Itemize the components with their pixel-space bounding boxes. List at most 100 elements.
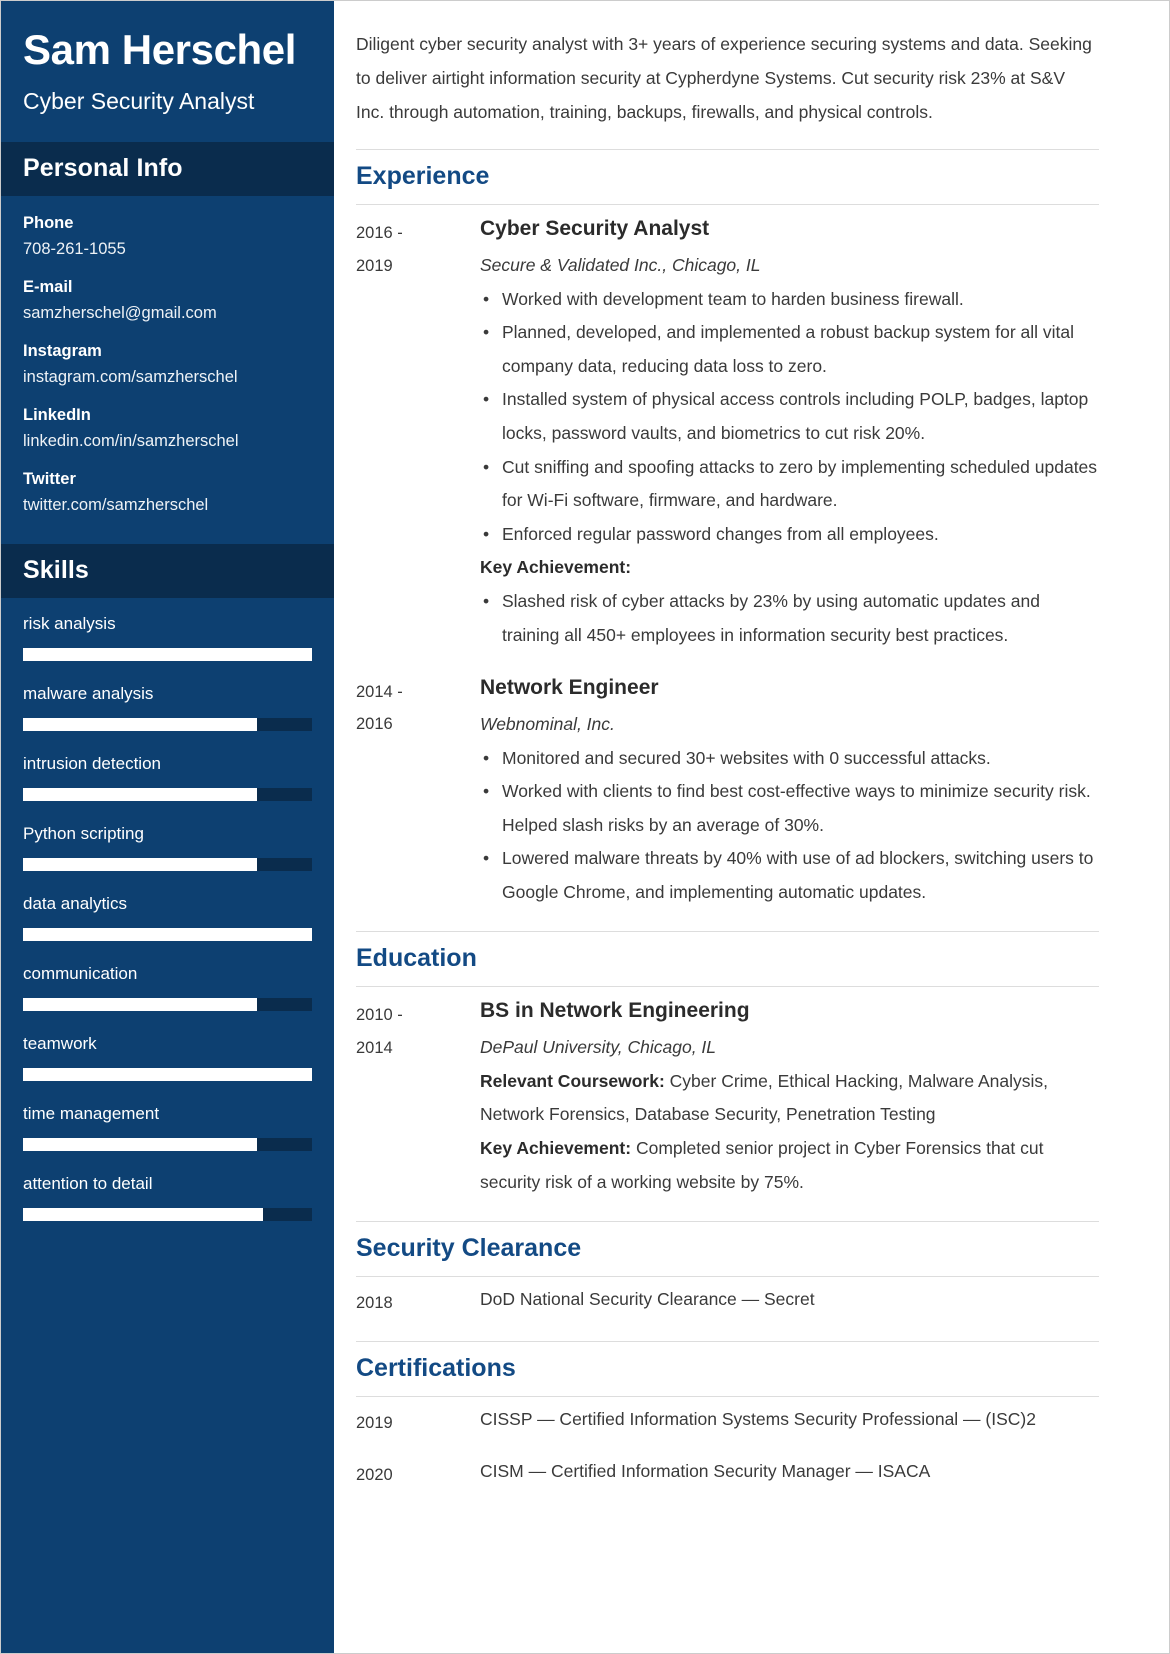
key-achievement-bullets: Slashed risk of cyber attacks by 23% by … — [480, 585, 1099, 652]
certifications-heading: Certifications — [356, 1354, 516, 1383]
key-achievement-label: Key Achievement: — [480, 557, 632, 578]
bullet-item: Worked with clients to find best cost-ef… — [480, 775, 1099, 842]
contact-label: Twitter — [23, 469, 76, 488]
security-clearance-heading: Security Clearance — [356, 1234, 582, 1263]
contact-value[interactable]: twitter.com/samzherschel — [23, 496, 312, 515]
bullet-item: Installed system of physical access cont… — [480, 383, 1099, 450]
certification-year: 2019 — [356, 1414, 393, 1433]
entry-date-to: 2016 — [356, 715, 393, 734]
skill-progress-track — [23, 1067, 312, 1081]
skill-label: teamwork — [23, 1033, 97, 1053]
skill-progress-fill — [23, 1137, 258, 1151]
skill-row: risk analysis — [23, 614, 312, 661]
entry-org: Webnominal, Inc. — [480, 713, 615, 734]
experience-heading: Experience — [356, 162, 490, 191]
clearance-row: 2018 DoD National Security Clearance — S… — [356, 1277, 1099, 1329]
skill-progress-track — [23, 787, 312, 801]
professional-summary: Diligent cyber security analyst with 3+ … — [356, 34, 1092, 123]
skill-row: attention to detail — [23, 1174, 312, 1221]
resume-page: Sam Herschel Cyber Security Analyst Pers… — [0, 0, 1170, 1654]
entry-dates: 2010 - 2014 — [356, 997, 480, 1063]
skill-progress-track — [23, 927, 312, 941]
skill-progress-fill — [23, 1067, 312, 1081]
skills-list: risk analysis malware analysis intrusion… — [1, 598, 334, 1221]
contact-item-linkedin: LinkedIn linkedin.com/in/samzherschel — [23, 406, 312, 451]
education-heading: Education — [356, 944, 477, 973]
contact-label: Phone — [23, 213, 74, 232]
skill-label: attention to detail — [23, 1173, 153, 1193]
skill-row: Python scripting — [23, 824, 312, 871]
entry-org: Secure & Validated Inc., Chicago, IL — [480, 254, 761, 275]
contact-value[interactable]: samzherschel@gmail.com — [23, 304, 312, 323]
skill-progress-track — [23, 1137, 312, 1151]
education-achievement-label: Key Achievement: — [480, 1137, 632, 1158]
entry-role: Cyber Security Analyst — [480, 217, 710, 241]
bullet-item: Cut sniffing and spoofing attacks to zer… — [480, 451, 1099, 518]
skills-band: Skills — [1, 543, 334, 598]
entry-date-from: 2016 - — [356, 224, 403, 243]
clearance-text: DoD National Security Clearance — Secret — [480, 1289, 815, 1310]
contact-label: E-mail — [23, 277, 73, 296]
entry-bullets: Monitored and secured 30+ websites with … — [480, 742, 1099, 910]
contact-item-instagram: Instagram instagram.com/samzherschel — [23, 342, 312, 387]
contact-label: LinkedIn — [23, 405, 91, 424]
skill-progress-track — [23, 717, 312, 731]
skill-row: time management — [23, 1104, 312, 1151]
skill-progress-fill — [23, 647, 312, 661]
entry-date-to: 2019 — [356, 256, 393, 275]
skill-label: intrusion detection — [23, 753, 161, 773]
main-column: Diligent cyber security analyst with 3+ … — [334, 1, 1169, 1653]
clearance-year: 2018 — [356, 1294, 393, 1313]
degree-title: BS in Network Engineering — [480, 999, 750, 1023]
coursework-line: Relevant Coursework: Cyber Crime, Ethica… — [480, 1065, 1099, 1132]
bullet-item: Planned, developed, and implemented a ro… — [480, 316, 1099, 383]
skill-progress-track — [23, 857, 312, 871]
entry-date-to: 2014 — [356, 1038, 393, 1057]
contact-value[interactable]: 708-261-1055 — [23, 240, 312, 259]
bullet-item: Monitored and secured 30+ websites with … — [480, 742, 1099, 776]
skill-label: time management — [23, 1103, 160, 1123]
skill-progress-fill — [23, 927, 312, 941]
personal-info-band: Personal Info — [1, 141, 334, 196]
contact-label: Instagram — [23, 341, 102, 360]
personal-info-heading: Personal Info — [23, 153, 183, 182]
skill-row: intrusion detection — [23, 754, 312, 801]
skill-label: data analytics — [23, 893, 127, 913]
contact-item-twitter: Twitter twitter.com/samzherschel — [23, 470, 312, 515]
entry-bullets: Worked with development team to harden b… — [480, 283, 1099, 552]
skill-progress-track — [23, 647, 312, 661]
entry-date-from: 2010 - — [356, 1006, 403, 1025]
contact-value[interactable]: instagram.com/samzherschel — [23, 368, 312, 387]
skill-progress-fill — [23, 857, 258, 871]
experience-entry: 2016 - 2019 Cyber Security Analyst Secur… — [356, 205, 1099, 652]
skill-progress-fill — [23, 1207, 263, 1221]
entry-dates: 2014 - 2016 — [356, 674, 480, 740]
bullet-item: Lowered malware threats by 40% with use … — [480, 842, 1099, 909]
skill-row: malware analysis — [23, 684, 312, 731]
experience-entry: 2014 - 2016 Network Engineer Webnominal,… — [356, 664, 1099, 909]
certification-text: CISSP — Certified Information Systems Se… — [480, 1409, 1036, 1430]
skill-row: communication — [23, 964, 312, 1011]
entry-body: BS in Network Engineering DePaul Univers… — [480, 997, 1099, 1199]
contact-item-phone: Phone 708-261-1055 — [23, 214, 312, 259]
coursework-label: Relevant Coursework: — [480, 1070, 665, 1091]
candidate-job-title: Cyber Security Analyst — [23, 88, 255, 115]
skill-progress-track — [23, 997, 312, 1011]
certification-text: CISM — Certified Information Security Ma… — [480, 1461, 931, 1482]
education-entry: 2010 - 2014 BS in Network Engineering De… — [356, 987, 1099, 1199]
contact-value[interactable]: linkedin.com/in/samzherschel — [23, 432, 312, 451]
skill-row: teamwork — [23, 1034, 312, 1081]
skill-progress-track — [23, 1207, 312, 1221]
skill-label: malware analysis — [23, 683, 154, 703]
education-achievement-line: Key Achievement: Completed senior projec… — [480, 1132, 1099, 1199]
skill-label: risk analysis — [23, 613, 116, 633]
contact-item-email: E-mail samzherschel@gmail.com — [23, 278, 312, 323]
skill-progress-fill — [23, 717, 258, 731]
skill-progress-fill — [23, 997, 258, 1011]
certification-row: 2020 CISM — Certified Information Securi… — [356, 1449, 1099, 1501]
entry-body: Cyber Security Analyst Secure & Validate… — [480, 215, 1099, 652]
bullet-item: Enforced regular password changes from a… — [480, 518, 1099, 552]
